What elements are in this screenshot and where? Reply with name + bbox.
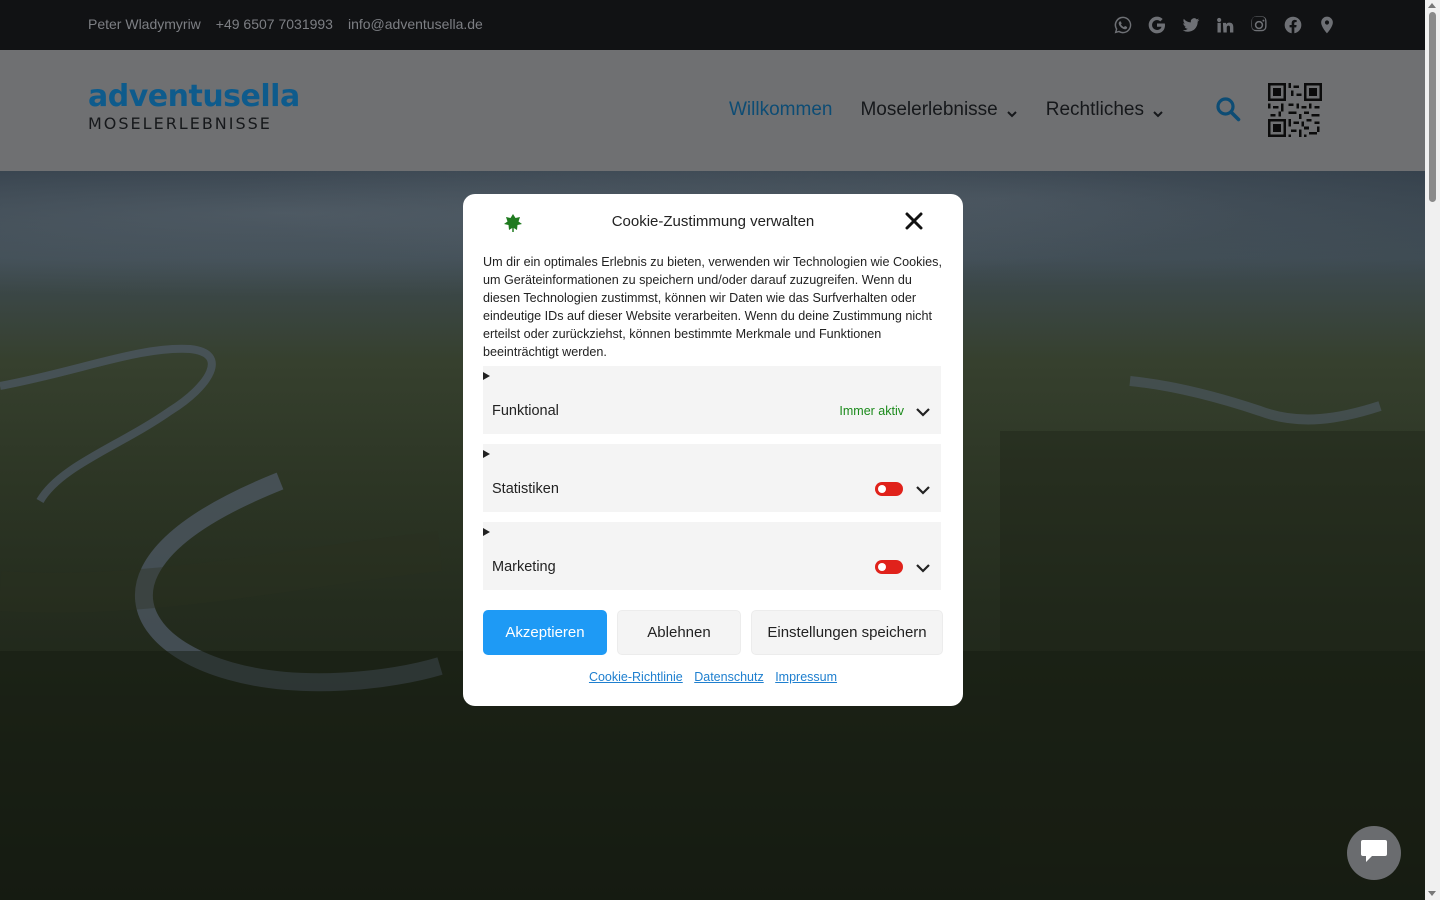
google-icon[interactable] <box>1147 15 1167 35</box>
chevron-down-icon <box>1152 104 1164 118</box>
contact-name: Peter Wladymyriw <box>88 16 201 32</box>
qr-code-icon[interactable] <box>1262 77 1328 143</box>
nav-item-moselerlebnisse[interactable]: Moselerlebnisse <box>860 99 1017 121</box>
instagram-icon[interactable] <box>1249 15 1269 35</box>
logo-tagline: MOSELERLEBNISSE <box>88 114 272 133</box>
chevron-down-icon[interactable] <box>915 404 931 420</box>
marketing-toggle[interactable] <box>875 560 903 574</box>
site-logo[interactable]: adventusella MOSELERLEBNISSE <box>88 82 300 132</box>
social-links <box>1113 15 1337 35</box>
chevron-down-icon <box>1006 104 1018 118</box>
nav-item-label: Rechtliches <box>1045 99 1144 120</box>
chevron-down-icon[interactable] <box>915 560 931 576</box>
twitter-icon[interactable] <box>1181 15 1201 35</box>
close-icon[interactable] <box>905 212 923 230</box>
main-nav: Willkommen Moselerlebnisse Rechtliches <box>729 99 1192 121</box>
imprint-link[interactable]: Impressum <box>775 670 837 684</box>
nav-item-willkommen[interactable]: Willkommen <box>729 99 832 121</box>
cookie-consent-dialog: Cookie-Zustimmung verwalten Um dir ein o… <box>463 194 963 706</box>
category-label: Statistiken <box>492 481 559 497</box>
contact-info: Peter Wladymyriw +49 6507 7031993 info@a… <box>88 16 483 32</box>
nav-item-label: Willkommen <box>729 99 833 120</box>
category-marketing[interactable]: Marketing <box>483 522 941 590</box>
linkedin-icon[interactable] <box>1215 15 1235 35</box>
map-pin-icon[interactable] <box>1317 15 1337 35</box>
always-active-status: Immer aktiv <box>839 404 904 418</box>
category-label: Funktional <box>492 403 559 419</box>
search-icon[interactable] <box>1215 96 1241 122</box>
scroll-up-icon[interactable] <box>1428 3 1436 8</box>
accept-button[interactable]: Akzeptieren <box>483 610 607 655</box>
disclosure-triangle-icon[interactable] <box>483 372 490 380</box>
logo-brand: adventusella <box>88 79 300 114</box>
dialog-links: Cookie-Richtlinie Datenschutz Impressum <box>463 670 963 684</box>
whatsapp-icon[interactable] <box>1113 15 1133 35</box>
privacy-link[interactable]: Datenschutz <box>694 670 763 684</box>
page-scrollbar[interactable] <box>1425 0 1440 900</box>
scrollbar-thumb[interactable] <box>1429 12 1436 202</box>
contact-phone[interactable]: +49 6507 7031993 <box>216 16 333 32</box>
deny-button[interactable]: Ablehnen <box>617 610 741 655</box>
scroll-down-icon[interactable] <box>1428 891 1436 896</box>
cookie-policy-link[interactable]: Cookie-Richtlinie <box>589 670 683 684</box>
dialog-title: Cookie-Zustimmung verwalten <box>611 213 815 230</box>
category-label: Marketing <box>492 559 556 575</box>
statistics-toggle[interactable] <box>875 482 903 496</box>
dialog-header: Cookie-Zustimmung verwalten <box>483 194 943 250</box>
top-bar: Peter Wladymyriw +49 6507 7031993 info@a… <box>0 0 1425 50</box>
facebook-icon[interactable] <box>1283 15 1303 35</box>
disclosure-triangle-icon[interactable] <box>483 450 490 458</box>
disclosure-triangle-icon[interactable] <box>483 528 490 536</box>
chat-bubble-icon <box>1360 838 1388 869</box>
contact-email[interactable]: info@adventusella.de <box>348 16 483 32</box>
nav-item-label: Moselerlebnisse <box>860 99 998 120</box>
save-settings-button[interactable]: Einstellungen speichern <box>751 610 943 655</box>
chevron-down-icon[interactable] <box>915 482 931 498</box>
category-statistics[interactable]: Statistiken <box>483 444 941 512</box>
dialog-description: Um dir ein optimales Erlebnis zu bieten,… <box>483 255 942 359</box>
category-functional[interactable]: Funktional Immer aktiv <box>483 366 941 434</box>
nav-item-rechtliches[interactable]: Rechtliches <box>1046 99 1164 121</box>
chat-button[interactable] <box>1347 826 1401 880</box>
